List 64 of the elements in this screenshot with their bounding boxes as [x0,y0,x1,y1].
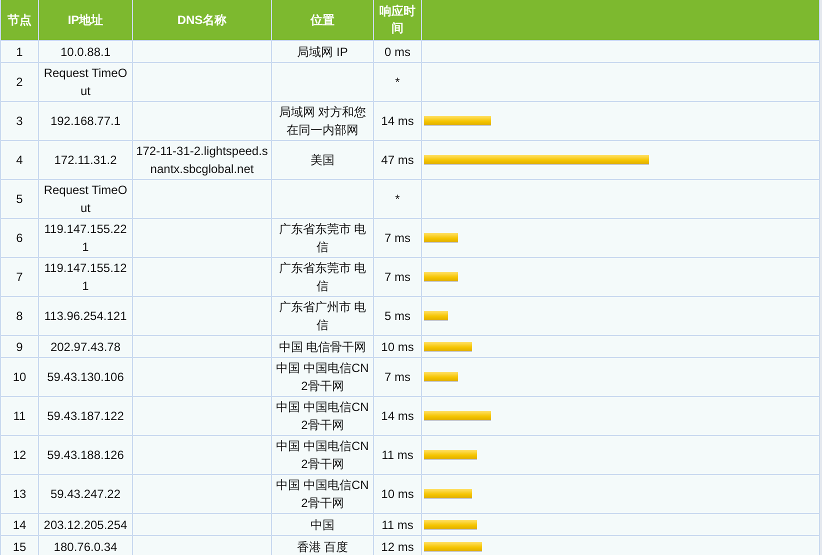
table-cell: 14 ms [381,114,414,128]
table-cell: * [395,192,400,206]
table-cell: 59.43.188.126 [47,448,124,462]
table-cell: 13 [12,487,26,501]
table-cell: 192.168.77.1 [50,114,121,128]
table-cell: 10 ms [381,487,414,501]
table-cell: 59.43.187.122 [47,409,124,423]
table-cell: 美国 [310,153,334,167]
table-cell: 广东省东莞市 电信 [278,261,366,293]
table-cell: 10.0.88.1 [60,44,111,58]
table-cell: 47 ms [381,153,414,167]
table-cell: 11 [13,409,26,423]
table-cell: 0 ms [384,44,410,58]
table-cell: 172.11.31.2 [54,153,117,167]
table-cell: 3 [16,114,23,128]
table-cell: 广东省东莞市 电信 [278,222,366,254]
table-cell: 202.97.43.78 [50,340,121,354]
table-cell: 1 [16,44,23,58]
table-cell: 广东省广州市 电信 [278,300,366,332]
table-cell: 113.96.254.121 [44,309,127,323]
table-cell: 10 ms [381,340,414,354]
table-cell: 中国 中国电信CN2骨干网 [276,439,369,471]
table-cell: 8 [16,309,23,323]
table-cell: 香港 百度 [296,540,348,554]
table-cell: 局域网 对方和您在同一内部网 [278,105,366,137]
table-cell: 10 [12,370,26,384]
table-cell: 9 [16,340,23,354]
table-cell: 172-11-31-2.lightspeed.snantx.sbcglobal.net [136,144,268,176]
table-cell: 59.43.130.106 [47,370,124,384]
table-cell: 中国 电信骨干网 [278,340,366,354]
table-cell: 119.147.155.121 [44,261,127,293]
table-cell: Request TimeOut [44,183,128,215]
table-cell: 15 [12,540,26,554]
table-cell: 11 ms [382,448,414,462]
column-header: IP地址 [38,0,132,40]
table-cell: 11 ms [382,518,414,532]
table-cell: 7 [16,270,23,284]
table-cell: 7 ms [384,231,410,245]
table-cell: 中国 中国电信CN2骨干网 [276,478,369,510]
table-cell: 7 ms [384,270,410,284]
table-cell: 119.147.155.221 [44,222,127,254]
table-cell: 59.43.247.22 [50,487,121,501]
table-cell: 中国 中国电信CN2骨干网 [276,361,369,393]
table-cell: * [395,75,400,89]
column-header: DNS名称 [132,0,272,40]
table-cell: 12 ms [381,540,414,554]
column-header: 节点 [0,0,38,40]
table-cell: 4 [16,153,23,167]
column-header: 位置 [272,0,374,40]
table-cell: 局域网 IP [297,44,348,58]
table-cell: 180.76.0.34 [54,540,118,554]
table-cell: 5 ms [384,309,410,323]
table-cell: 2 [16,75,23,89]
table-cell: 5 [16,192,23,206]
table-cell: 14 ms [381,409,414,423]
table-cell: 14 [12,518,26,532]
table-cell: 12 [12,448,26,462]
table-cell: 中国 [310,518,334,532]
table-cell: 6 [16,231,23,245]
table-cell: 7 ms [384,370,410,384]
table-cell: Request TimeOut [44,66,128,98]
table-cell: 中国 中国电信CN2骨干网 [276,400,369,432]
table-cell: 203.12.205.254 [44,518,128,532]
column-header: 响应时间 [374,0,422,40]
